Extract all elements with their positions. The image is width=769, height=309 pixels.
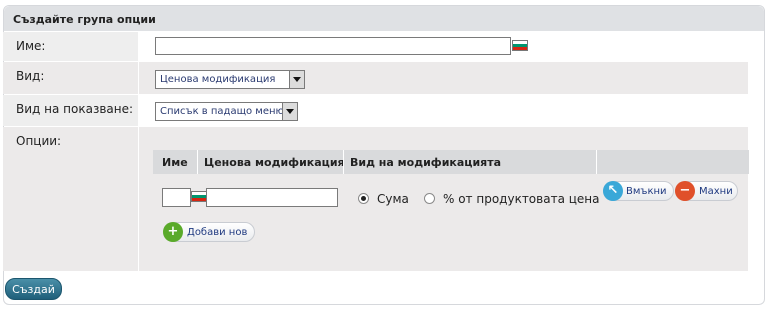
add-new-button-label: Добави нов bbox=[187, 227, 248, 238]
name-input[interactable] bbox=[155, 37, 511, 55]
remove-button[interactable]: − Махни bbox=[675, 181, 738, 201]
options-table-header: Име Ценова модификация Вид на модификаци… bbox=[153, 150, 749, 174]
name-row: Име: bbox=[3, 32, 748, 61]
dropdown-arrow-icon[interactable] bbox=[289, 71, 304, 88]
options-label: Опции: bbox=[16, 134, 62, 148]
radio-percent[interactable] bbox=[424, 193, 435, 204]
panel-header: Създайте група опции bbox=[4, 6, 764, 31]
display-label: Вид на показване: bbox=[16, 102, 134, 116]
dropdown-arrow-icon[interactable] bbox=[282, 103, 297, 120]
flag-bg-icon[interactable] bbox=[512, 40, 528, 51]
insert-up-arrow-icon: ↖ bbox=[603, 181, 623, 201]
type-field-cell: Ценова модификация bbox=[139, 62, 748, 94]
display-field-cell: Списък в падащо меню bbox=[139, 95, 748, 126]
type-select-value: Ценова модификация bbox=[160, 74, 276, 85]
header-price-modification: Ценова модификация bbox=[204, 156, 345, 169]
type-select[interactable]: Ценова модификация bbox=[155, 70, 305, 89]
radio-sum[interactable] bbox=[358, 193, 369, 204]
radio-percent-label: % от продуктовата цена bbox=[443, 192, 600, 206]
name-label: Име: bbox=[16, 39, 46, 53]
type-label: Вид: bbox=[16, 69, 45, 83]
name-field-cell bbox=[139, 32, 748, 61]
type-label-cell: Вид: bbox=[3, 62, 138, 94]
panel-title: Създайте група опции bbox=[13, 13, 156, 26]
display-select-value: Списък в падащо меню bbox=[160, 106, 284, 117]
insert-button[interactable]: ↖ Вмъкни bbox=[603, 181, 674, 201]
create-submit-button[interactable]: Създай bbox=[5, 278, 62, 300]
options-label-cell: Опции: bbox=[3, 127, 138, 271]
display-select[interactable]: Списък в падащо меню bbox=[155, 102, 298, 121]
name-label-cell: Име: bbox=[3, 32, 138, 61]
type-row: Вид: Ценова модификация bbox=[3, 62, 748, 94]
radio-sum-label: Сума bbox=[377, 192, 409, 206]
price-modification-input[interactable] bbox=[206, 188, 338, 207]
remove-button-label: Махни bbox=[699, 186, 733, 197]
display-row: Вид на показване: Списък в падащо меню bbox=[3, 95, 748, 126]
insert-button-label: Вмъкни bbox=[626, 186, 667, 197]
display-label-cell: Вид на показване: bbox=[3, 95, 138, 126]
option-name-input[interactable] bbox=[162, 188, 191, 207]
header-modification-type: Вид на модификацията bbox=[350, 156, 502, 169]
column-divider bbox=[343, 150, 344, 174]
add-new-button[interactable]: + Добави нов bbox=[163, 222, 255, 242]
column-divider bbox=[197, 150, 198, 174]
header-name: Име bbox=[162, 156, 188, 169]
remove-minus-icon: − bbox=[675, 181, 695, 201]
column-divider bbox=[596, 150, 597, 174]
flag-bg-icon[interactable] bbox=[191, 191, 207, 202]
add-plus-icon: + bbox=[163, 222, 183, 242]
